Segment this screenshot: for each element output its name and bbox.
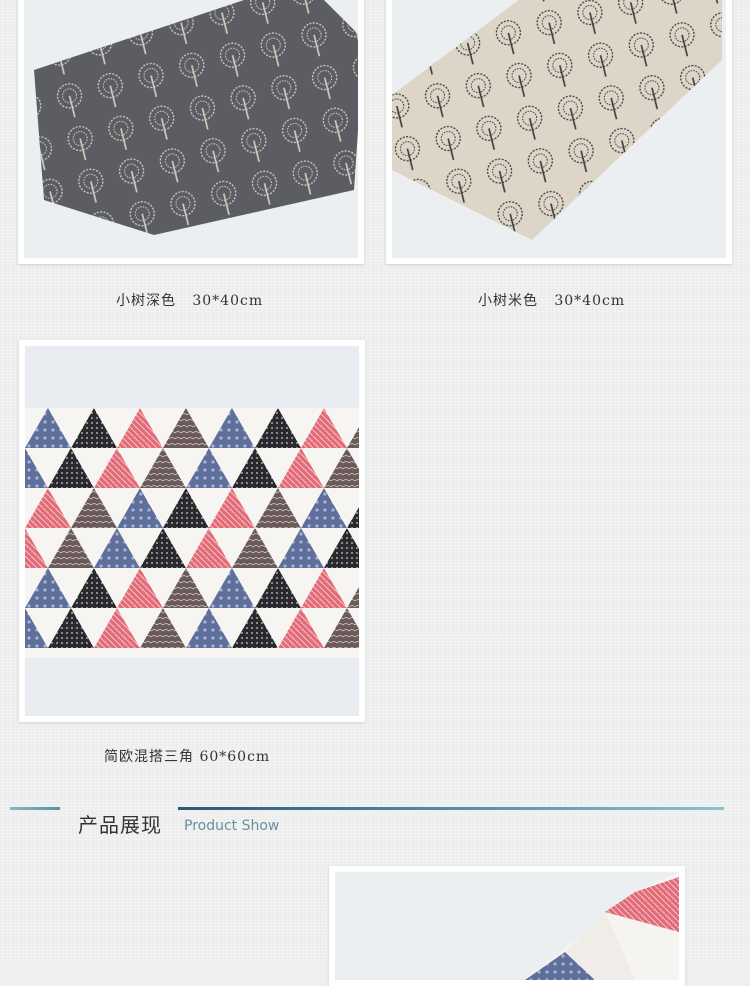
product-card-beige-tree[interactable] — [386, 0, 732, 264]
product-caption-dark-tree: 小树深色 30*40cm — [116, 293, 264, 309]
product-image-triangle — [25, 346, 359, 716]
section-subtitle: Product Show — [184, 818, 280, 834]
product-card-dark-tree[interactable] — [18, 0, 364, 264]
product-caption-beige-tree: 小树米色 30*40cm — [478, 293, 626, 309]
product-image-dark-tree — [24, 0, 358, 258]
section-divider-right — [178, 807, 724, 810]
section-title: 产品展现 — [78, 813, 162, 837]
product-card-triangle[interactable] — [19, 340, 365, 722]
triangle-pattern — [25, 408, 359, 648]
product-caption-triangle: 简欧混搭三角 60*60cm — [104, 749, 271, 765]
product-image-beige-tree — [392, 0, 726, 258]
product-showcase-image — [329, 866, 685, 986]
section-divider-left — [10, 807, 60, 810]
